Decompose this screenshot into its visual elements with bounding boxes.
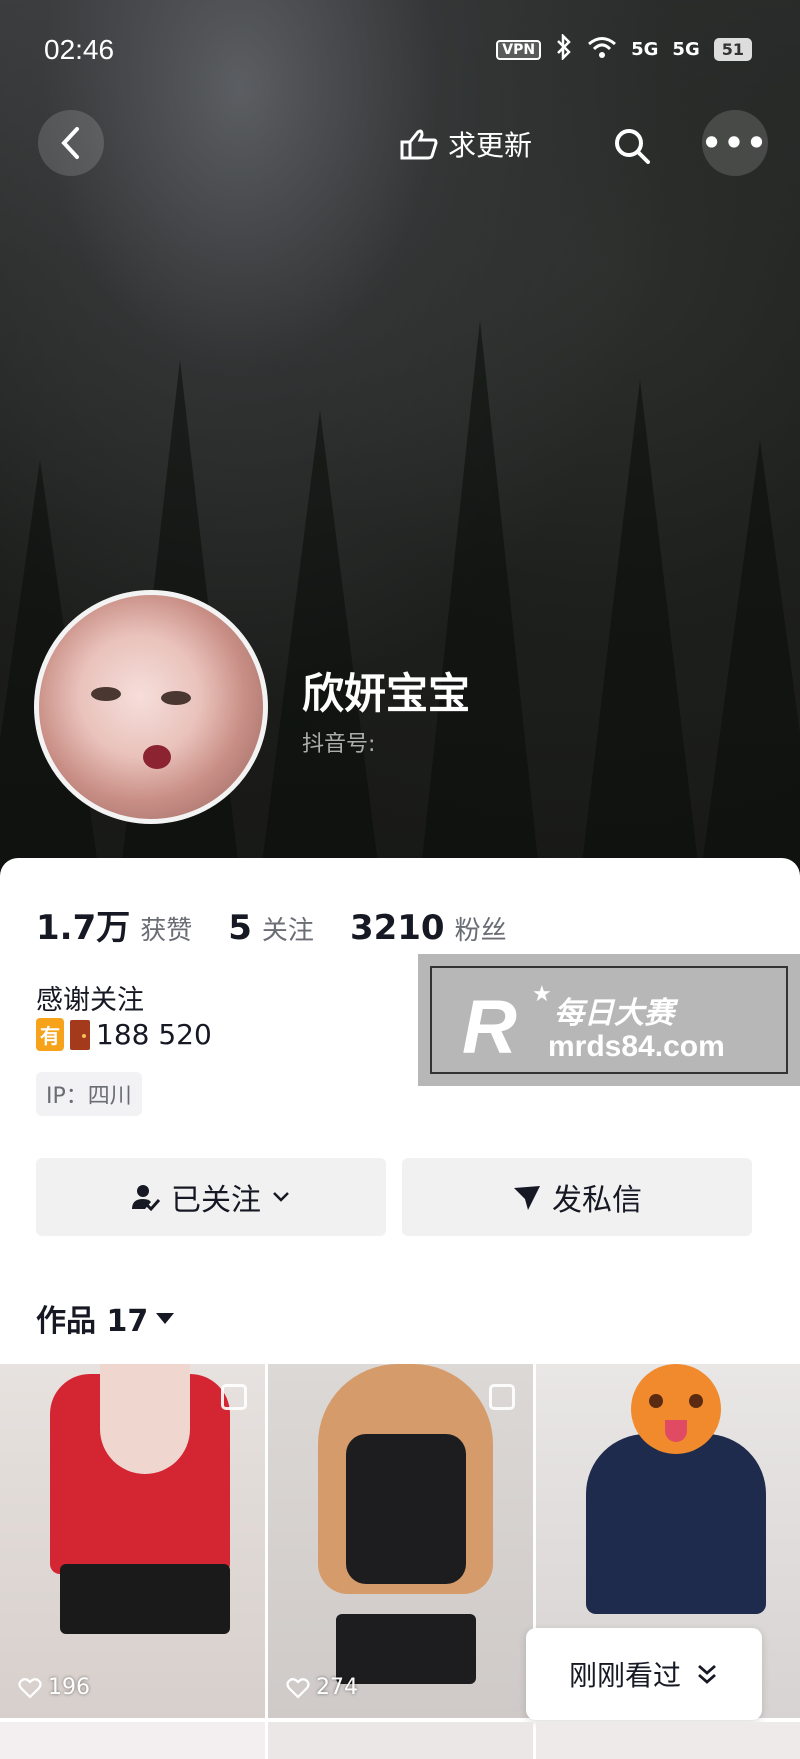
- select-checkbox[interactable]: [489, 1384, 515, 1410]
- door-icon: [70, 1019, 90, 1050]
- video-thumbnail[interactable]: 274: [268, 1364, 533, 1718]
- video-thumbnail[interactable]: [0, 1722, 265, 1759]
- cover-tree-shape: [700, 440, 800, 880]
- video-thumbnail[interactable]: [268, 1722, 533, 1759]
- heart-icon: [286, 1677, 310, 1699]
- followed-button[interactable]: 已关注: [36, 1158, 386, 1236]
- send-message-label: 发私信: [552, 1183, 642, 1218]
- send-message-button[interactable]: 发私信: [402, 1158, 752, 1236]
- status-time: 02:46: [44, 34, 115, 65]
- douyin-id: 抖音号:: [302, 732, 376, 757]
- watermark-overlay: R ★ 每日大赛 mrds84.com: [418, 954, 800, 1086]
- caret-down-icon: [156, 1312, 175, 1324]
- chevron-down-icon: [273, 1192, 289, 1202]
- video-likes-count: 274: [316, 1675, 358, 1700]
- select-checkbox[interactable]: [221, 1384, 247, 1410]
- tab-works-label: 作品 17: [36, 1304, 149, 1339]
- signal-5g-1-icon: 5G: [631, 39, 659, 60]
- profile-nickname: 欣妍宝宝: [302, 669, 471, 718]
- wifi-icon: [587, 35, 617, 64]
- request-update-button[interactable]: 求更新: [398, 122, 532, 166]
- user-check-icon: [132, 1185, 161, 1212]
- stat-followers-label: 粉丝: [454, 916, 507, 946]
- cover-tree-shape: [260, 410, 380, 880]
- stat-followers[interactable]: 3210 粉丝: [350, 908, 507, 948]
- thumbnail-figure: [346, 1434, 466, 1584]
- signal-5g-2-icon: 5G: [672, 39, 700, 60]
- request-update-label: 求更新: [448, 129, 533, 162]
- recently-viewed-label: 刚刚看过: [568, 1659, 681, 1692]
- battery-icon: 51: [713, 38, 752, 61]
- fan-number: 188 520: [96, 1018, 212, 1051]
- stat-likes-label: 获赞: [140, 916, 193, 946]
- thumbnail-figure: [586, 1434, 766, 1614]
- back-button[interactable]: [38, 110, 104, 176]
- fan-badge: 有: [36, 1018, 64, 1051]
- status-bar: 02:46 VPN 5G 5G 51: [0, 0, 800, 96]
- chevron-left-icon: [61, 127, 79, 159]
- video-likes-count: 196: [48, 1675, 90, 1700]
- followed-button-label: 已关注: [171, 1183, 261, 1218]
- more-dots-icon: •••: [701, 124, 769, 162]
- bluetooth-icon: [555, 32, 573, 65]
- cover-tree-shape: [580, 380, 700, 880]
- double-chevron-down-icon: [698, 1664, 716, 1684]
- avatar[interactable]: [34, 590, 268, 824]
- watermark-frame: R ★ 每日大赛 mrds84.com: [430, 966, 788, 1074]
- watermark-title: 每日大赛: [554, 996, 674, 1031]
- search-icon: [615, 129, 650, 164]
- ip-location-tag: IP：四川: [36, 1072, 142, 1116]
- heart-icon: [18, 1677, 42, 1699]
- pointing-hand-icon: [400, 129, 438, 160]
- send-icon: [514, 1186, 540, 1210]
- recently-viewed-button[interactable]: 刚刚看过: [526, 1628, 762, 1720]
- thumbnail-figure: [100, 1364, 190, 1474]
- watermark-star-icon: ★: [532, 982, 552, 1007]
- more-button[interactable]: •••: [701, 110, 769, 176]
- video-likes: 274: [286, 1675, 358, 1700]
- tab-works[interactable]: 作品 17: [36, 1296, 175, 1340]
- thumbnail-figure: [336, 1614, 476, 1684]
- video-likes: 196: [18, 1675, 90, 1700]
- video-thumbnail[interactable]: 196: [0, 1364, 265, 1718]
- hot-face-emoji-icon: [631, 1364, 721, 1454]
- stat-likes-count: 1.7万: [36, 908, 131, 948]
- stat-following-label: 关注: [261, 916, 314, 946]
- stat-following[interactable]: 5 关注: [228, 908, 314, 948]
- thumbnail-figure: [60, 1564, 230, 1634]
- stat-following-count: 5: [228, 908, 252, 948]
- stat-followers-count: 3210: [349, 908, 445, 948]
- status-icons: VPN 5G 5G 51: [496, 32, 752, 65]
- profile-stats: 1.7万 获赞 5 关注 3210 粉丝: [36, 900, 507, 949]
- stat-likes[interactable]: 1.7万 获赞: [36, 900, 192, 949]
- vpn-icon: VPN: [496, 39, 542, 60]
- watermark-url: mrds84.com: [548, 1030, 725, 1063]
- fan-group-row[interactable]: 有 188 520: [36, 1018, 212, 1051]
- video-thumbnail[interactable]: [536, 1722, 800, 1759]
- cover-tree-shape: [420, 320, 540, 880]
- watermark-logo: R: [462, 985, 517, 1070]
- search-button[interactable]: [604, 118, 660, 174]
- profile-bio: 感谢关注: [36, 985, 144, 1016]
